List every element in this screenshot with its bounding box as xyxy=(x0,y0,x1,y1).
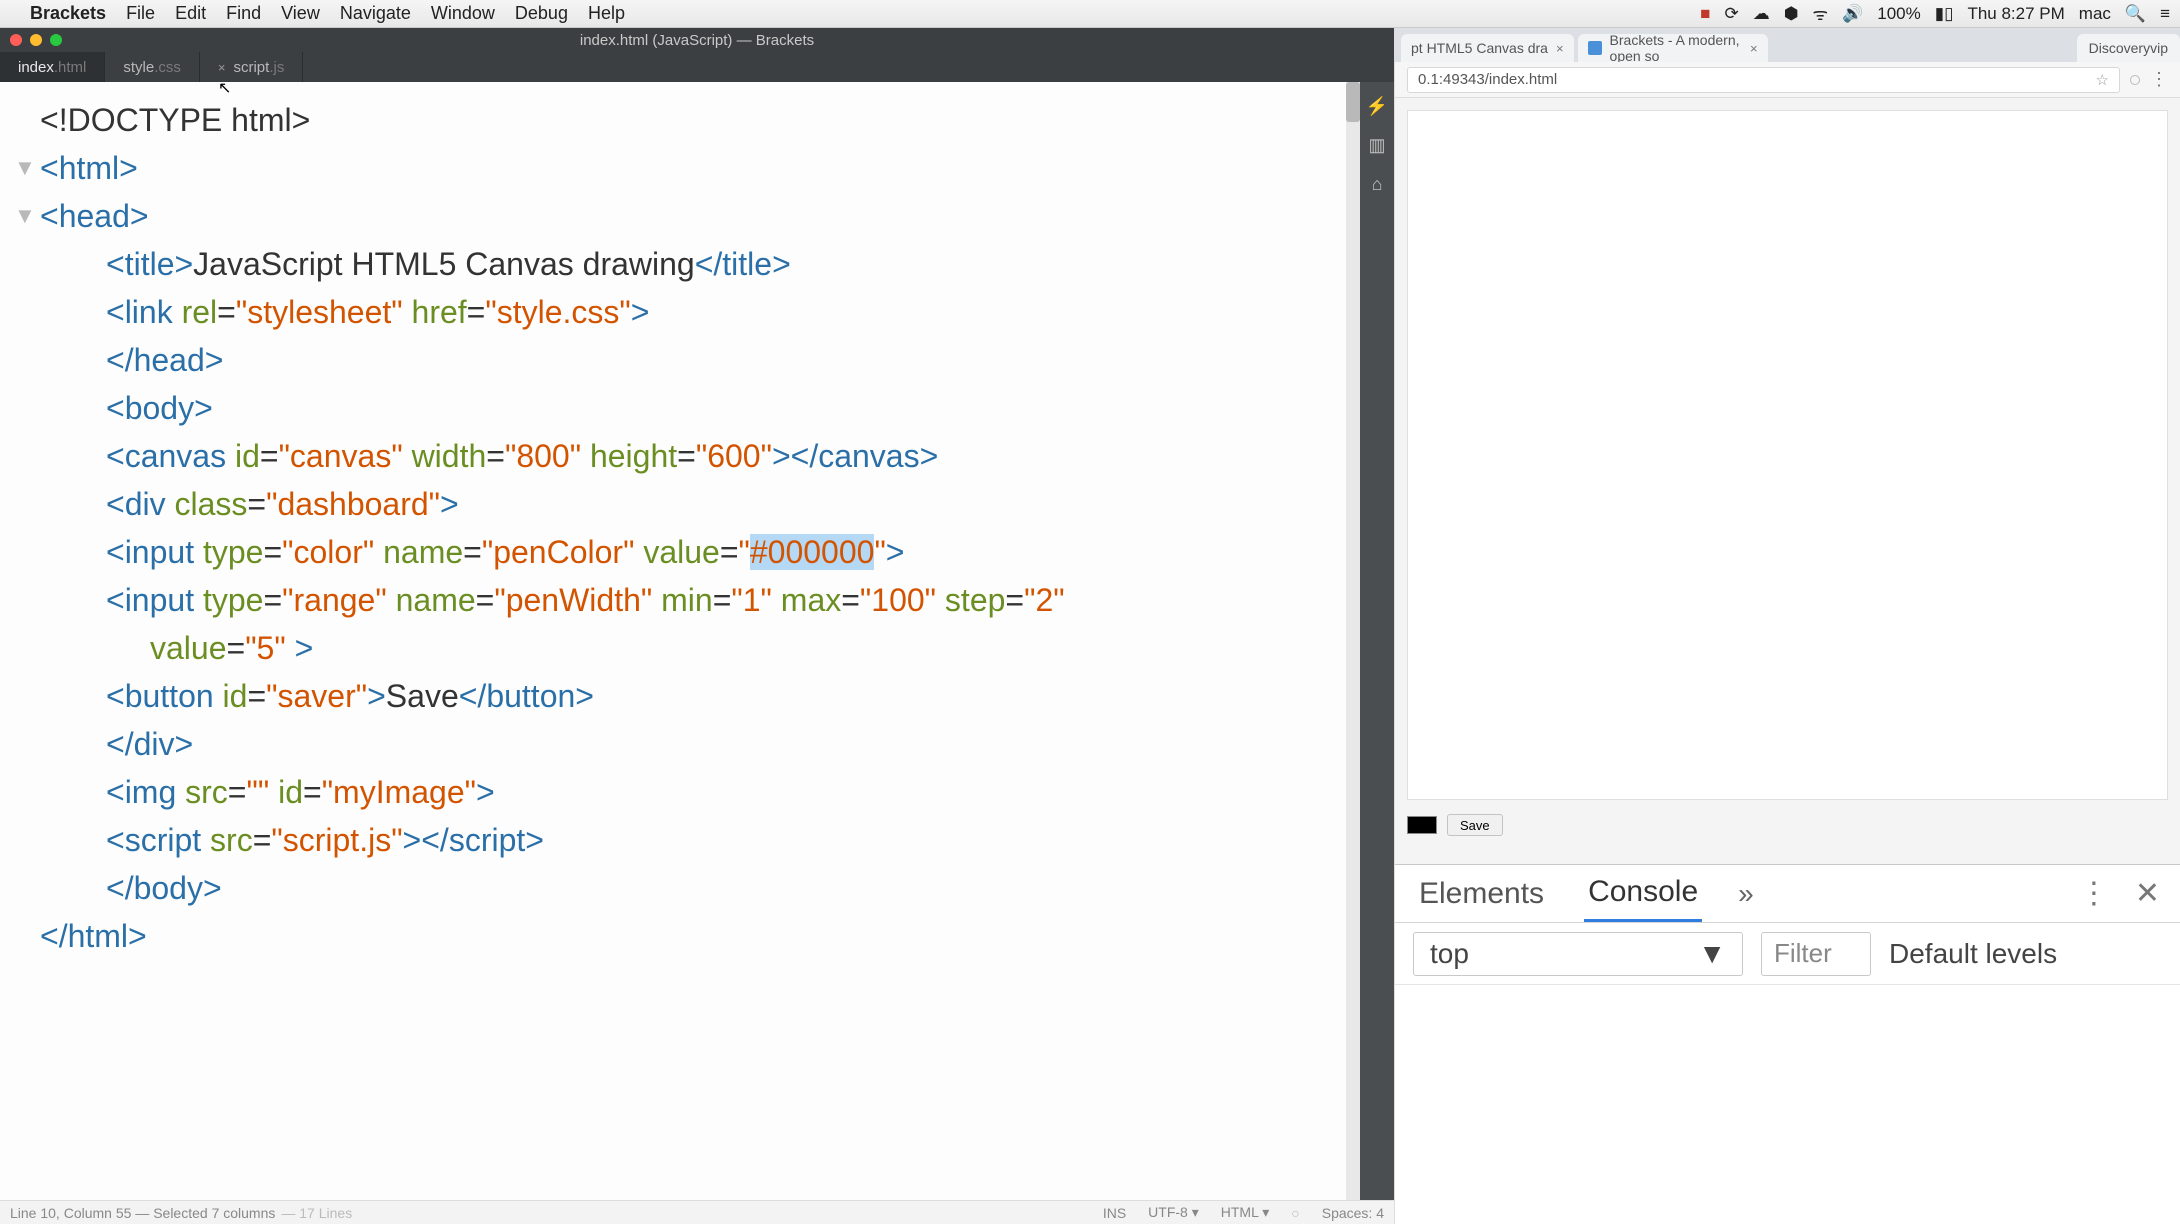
tab-script-js[interactable]: ×script.js xyxy=(200,52,303,82)
wifi-icon[interactable]: ᯤ xyxy=(1813,2,1829,25)
tab-index-html[interactable]: index.html xyxy=(0,52,105,82)
close-icon[interactable]: × xyxy=(218,60,226,75)
brackets-window: index.html (JavaScript) — Brackets index… xyxy=(0,28,1394,1224)
live-preview-icon[interactable]: ⚡ xyxy=(1366,96,1388,117)
menu-find[interactable]: Find xyxy=(226,3,261,24)
battery-icon[interactable]: ▮▯ xyxy=(1935,4,1954,24)
url-input[interactable]: 0.1:49343/index.html ☆ xyxy=(1407,67,2120,93)
minimize-window-button[interactable] xyxy=(30,34,42,46)
vertical-scrollbar[interactable] xyxy=(1346,82,1360,1200)
tab-elements[interactable]: Elements xyxy=(1415,867,1548,921)
bookmark-star-icon[interactable]: ☆ xyxy=(2096,71,2109,89)
record-icon[interactable]: ■ xyxy=(1700,4,1710,24)
lint-status-icon[interactable]: ○ xyxy=(1291,1205,1299,1221)
pen-color-input[interactable] xyxy=(1407,816,1437,834)
menu-file[interactable]: File xyxy=(126,3,155,24)
chevron-down-icon: ▼ xyxy=(1698,938,1726,970)
log-levels-selector[interactable]: Default levels xyxy=(1889,938,2057,970)
zoom-window-button[interactable] xyxy=(50,34,62,46)
line-count: — 17 Lines xyxy=(281,1205,352,1221)
browser-tab-2[interactable]: Brackets - A modern, open so× xyxy=(1578,34,1768,62)
shield-icon[interactable]: ⬢ xyxy=(1784,4,1799,24)
menu-window[interactable]: Window xyxy=(431,3,495,24)
mac-menubar: Brackets File Edit Find View Navigate Wi… xyxy=(0,0,2180,28)
canvas-element[interactable] xyxy=(1407,110,2168,800)
menu-debug[interactable]: Debug xyxy=(515,3,568,24)
window-title: index.html (JavaScript) — Brackets xyxy=(580,32,814,49)
filter-input[interactable]: Filter xyxy=(1761,932,1871,976)
context-selector[interactable]: top▼ xyxy=(1413,932,1743,976)
indent-setting[interactable]: Spaces: 4 xyxy=(1322,1205,1384,1221)
home-icon[interactable]: ⌂ xyxy=(1372,174,1383,195)
tabs-overflow-icon[interactable]: » xyxy=(1738,878,1754,910)
selected-text: #000000 xyxy=(750,534,875,570)
brackets-titlebar: index.html (JavaScript) — Brackets xyxy=(0,28,1394,52)
sync-icon[interactable]: ⟳ xyxy=(1724,4,1738,24)
close-icon[interactable]: × xyxy=(1750,41,1758,56)
tab-console[interactable]: Console xyxy=(1584,865,1702,922)
devtools-panel: Elements Console » ⋮ ✕ top▼ Filter Defau… xyxy=(1395,864,2180,1224)
save-button[interactable]: Save xyxy=(1447,814,1503,836)
dashboard-controls: Save xyxy=(1407,814,2168,836)
encoding[interactable]: UTF-8 ▾ xyxy=(1148,1204,1199,1221)
close-icon[interactable]: × xyxy=(1556,41,1564,56)
user-name[interactable]: mac xyxy=(2079,4,2111,24)
address-bar: 0.1:49343/index.html ☆ ⋮ xyxy=(1395,62,2180,98)
devtools-close-icon[interactable]: ✕ xyxy=(2135,876,2160,911)
tab-style-css[interactable]: style.css xyxy=(105,52,200,82)
code-editor[interactable]: <!DOCTYPE html> ▼<html> ▼<head> <title>J… xyxy=(0,82,1360,1200)
menu-edit[interactable]: Edit xyxy=(175,3,206,24)
language-mode[interactable]: HTML ▾ xyxy=(1221,1204,1270,1221)
profile-icon[interactable] xyxy=(2130,75,2140,85)
rendered-page: Save xyxy=(1395,98,2180,864)
volume-icon[interactable]: 🔊 xyxy=(1842,4,1863,24)
menu-view[interactable]: View xyxy=(281,3,320,24)
clock[interactable]: Thu 8:27 PM xyxy=(1967,4,2064,24)
spotlight-icon[interactable]: 🔍 xyxy=(2125,4,2146,24)
close-window-button[interactable] xyxy=(10,34,22,46)
favicon-icon xyxy=(1588,41,1602,55)
extension-badge[interactable]: Discoveryvip xyxy=(2077,34,2180,62)
chrome-menu-icon[interactable]: ⋮ xyxy=(2150,69,2168,90)
browser-window: pt HTML5 Canvas dra× Brackets - A modern… xyxy=(1394,28,2180,1224)
extensions-icon[interactable]: ▥ xyxy=(1368,135,1385,156)
menu-help[interactable]: Help xyxy=(588,3,625,24)
devtools-menu-icon[interactable]: ⋮ xyxy=(2079,876,2109,911)
status-bar: Line 10, Column 55 — Selected 7 columns … xyxy=(0,1200,1394,1224)
cloud-icon[interactable]: ☁ xyxy=(1753,4,1770,24)
editor-tabs: index.html style.css ×script.js xyxy=(0,52,1394,82)
brackets-right-rail: ⚡ ▥ ⌂ xyxy=(1360,82,1394,1200)
fold-arrow-icon[interactable]: ▼ xyxy=(14,144,36,192)
menu-navigate[interactable]: Navigate xyxy=(340,3,411,24)
insert-mode[interactable]: INS xyxy=(1103,1205,1126,1221)
chrome-tabs: pt HTML5 Canvas dra× Brackets - A modern… xyxy=(1395,28,2180,62)
fold-arrow-icon[interactable]: ▼ xyxy=(14,192,36,240)
app-name[interactable]: Brackets xyxy=(30,3,106,24)
menu-icon[interactable]: ≡ xyxy=(2160,4,2170,24)
cursor-position: Line 10, Column 55 — Selected 7 columns xyxy=(10,1205,275,1221)
battery-percent: 100% xyxy=(1877,4,1920,24)
browser-tab-1[interactable]: pt HTML5 Canvas dra× xyxy=(1401,34,1574,62)
